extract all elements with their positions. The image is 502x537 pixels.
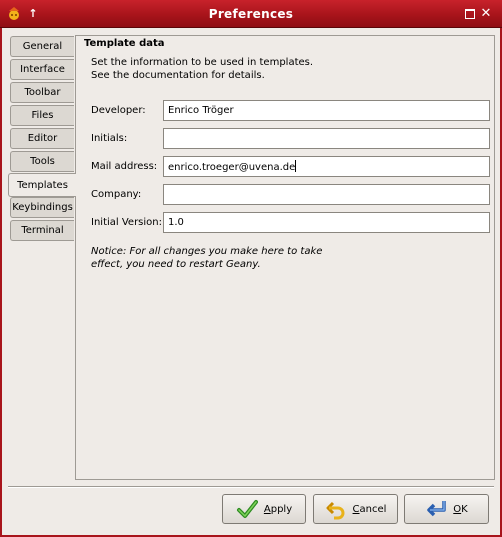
description-line: See the documentation for details.	[91, 70, 265, 81]
close-icon[interactable]: ✕	[478, 6, 494, 22]
checkmark-icon	[236, 500, 258, 518]
enter-arrow-icon	[427, 501, 447, 517]
title-bar: ↑ Preferences ✕	[0, 0, 502, 28]
section-title: Template data	[84, 38, 165, 49]
developer-label: Developer:	[91, 105, 146, 116]
ok-label: OK	[453, 503, 468, 515]
window-title: Preferences	[208, 7, 294, 21]
tab-editor[interactable]: Editor	[10, 128, 74, 149]
tab-terminal[interactable]: Terminal	[10, 220, 74, 241]
mail-address-value: enrico.troeger@uvena.de	[168, 162, 296, 173]
cancel-button[interactable]: Cancel	[313, 494, 398, 524]
cancel-label: Cancel	[352, 503, 387, 515]
company-label: Company:	[91, 189, 142, 200]
company-field[interactable]	[163, 184, 490, 205]
initials-field[interactable]	[163, 128, 490, 149]
notice-line: Notice: For all changes you make here to…	[91, 246, 323, 257]
description: Set the information to be used in templa…	[91, 56, 313, 82]
initial-version-label: Initial Version:	[91, 217, 162, 228]
tab-toolbar[interactable]: Toolbar	[10, 82, 74, 103]
mail-address-label: Mail address:	[91, 161, 158, 172]
apply-button[interactable]: Apply	[222, 494, 306, 524]
tab-keybindings[interactable]: Keybindings	[10, 197, 74, 218]
description-line: Set the information to be used in templa…	[91, 57, 314, 68]
tab-tools[interactable]: Tools	[10, 151, 74, 172]
apply-label: Apply	[263, 503, 293, 515]
initials-label: Initials:	[91, 133, 128, 144]
restart-notice: Notice: For all changes you make here to…	[91, 245, 322, 271]
templates-panel: Template data Set the information to be …	[75, 35, 495, 480]
mail-address-field[interactable]: enrico.troeger@uvena.de	[163, 156, 490, 177]
initial-version-field[interactable]: 1.0	[163, 212, 490, 233]
undo-arrow-icon	[326, 501, 344, 520]
notice-line: effect, you need to restart Geany.	[91, 259, 261, 270]
text-cursor	[295, 160, 297, 172]
developer-field[interactable]: Enrico Tröger	[163, 100, 490, 121]
ok-button[interactable]: OK	[404, 494, 489, 524]
tab-general[interactable]: General	[10, 36, 74, 57]
maximize-icon[interactable]	[462, 6, 478, 22]
tab-interface[interactable]: Interface	[10, 59, 74, 80]
tab-templates[interactable]: Templates	[8, 173, 76, 197]
tab-files[interactable]: Files	[10, 105, 74, 126]
separator	[8, 486, 494, 488]
